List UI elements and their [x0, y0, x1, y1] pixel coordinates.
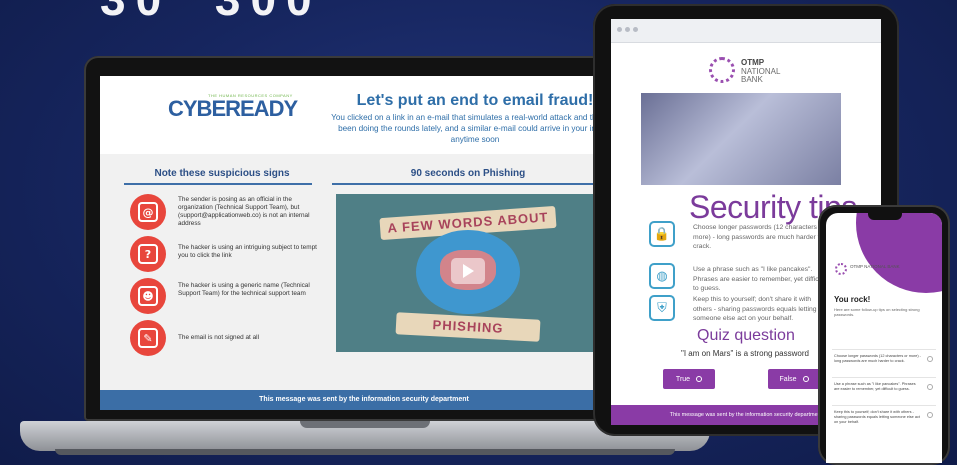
window-dot-icon	[617, 27, 622, 32]
signs-heading: Note these suspicious signs	[154, 168, 290, 179]
sign-item: ☻ The hacker is using a generic name (Te…	[130, 278, 320, 318]
password-lock-icon: 🔒	[649, 221, 675, 247]
otmp-logo-icon	[709, 57, 735, 83]
phone-subtitle: Here are some follow-up tips on selectin…	[834, 307, 920, 317]
tip-text: Choose longer passwords (12 characters o…	[693, 224, 825, 250]
radio-icon	[927, 412, 933, 418]
globe-icon: ◍	[649, 263, 675, 289]
sign-item: ? The hacker is using an intriguing subj…	[130, 236, 320, 276]
page-subtitle: You clicked on a link in an e-mail that …	[331, 113, 619, 144]
shield-icon: ⛨	[649, 295, 675, 321]
phone-notch	[868, 213, 902, 220]
phone-screen: OTMP NATIONAL BANK You rock! Here are so…	[826, 213, 942, 463]
tip-text: Keep this to yourself; don't share it wi…	[693, 296, 817, 322]
cybeready-logo: CYBEREADY	[168, 96, 298, 121]
phishing-video[interactable]: A FEW WORDS ABOUT PHISHING	[336, 194, 600, 352]
laptop-screen: THE HUMAN RESOURCES COMPANY CYBEREADY Le…	[100, 76, 628, 410]
false-button[interactable]: False	[768, 369, 820, 389]
video-heading: 90 seconds on Phishing	[410, 168, 526, 179]
sign-item: @ The sender is posing as an official in…	[130, 194, 320, 234]
sign-text: The sender is posing as an official in t…	[178, 196, 310, 227]
radio-icon	[927, 384, 933, 390]
window-dot-icon	[625, 27, 630, 32]
radio-icon	[927, 356, 933, 362]
radio-icon	[802, 376, 809, 382]
landing-footer: This message was sent by the information…	[100, 390, 628, 410]
sign-text: The email is not signed at all	[178, 334, 259, 341]
bank-name: OTMP NATIONAL BANK	[850, 264, 900, 269]
quiz-title: Quiz question	[697, 327, 795, 344]
question-document-icon: ?	[130, 236, 166, 272]
otmp-logo-icon	[835, 263, 847, 275]
signature-pen-icon: ✎	[130, 320, 166, 356]
video-divider	[332, 183, 604, 185]
page-title: Let's put an end to email fraud!	[356, 92, 594, 109]
tip-option[interactable]: Keep this to yourself; don't share it wi…	[832, 405, 936, 431]
video-ribbon-bottom: PHISHING	[395, 312, 541, 342]
true-button[interactable]: True	[663, 369, 715, 389]
envelope-at-icon: @	[130, 194, 166, 230]
signs-divider	[124, 183, 312, 185]
laptop-notch	[300, 421, 430, 428]
sign-text: The hacker is using a generic name (Tech…	[178, 282, 310, 297]
laptop-base-foot	[55, 449, 675, 455]
tip-option[interactable]: Choose longer passwords (12 characters o…	[832, 349, 936, 375]
hacker-icon: ☻	[130, 278, 166, 314]
landing-header: THE HUMAN RESOURCES COMPANY CYBEREADY Le…	[100, 76, 628, 154]
window-dot-icon	[633, 27, 638, 32]
browser-bar	[611, 19, 881, 43]
tip-text: Use a phrase such as "I like pancakes". …	[693, 266, 826, 292]
tip-option[interactable]: Use a phrase such as "I like pancakes". …	[832, 377, 936, 403]
hero-image	[641, 93, 841, 185]
purple-curve	[856, 213, 942, 293]
phone-title: You rock!	[834, 295, 871, 304]
bank-name: OTMP NATIONAL BANK	[741, 58, 781, 84]
sign-text: The hacker is using an intriguing subjec…	[178, 244, 317, 259]
headline-text: 30' 300	[100, 0, 322, 26]
radio-icon	[696, 376, 703, 382]
play-icon[interactable]	[451, 258, 485, 284]
sign-item: ✎ The email is not signed at all	[130, 320, 320, 360]
quiz-statement: "I am on Mars" is a strong password	[681, 349, 809, 358]
